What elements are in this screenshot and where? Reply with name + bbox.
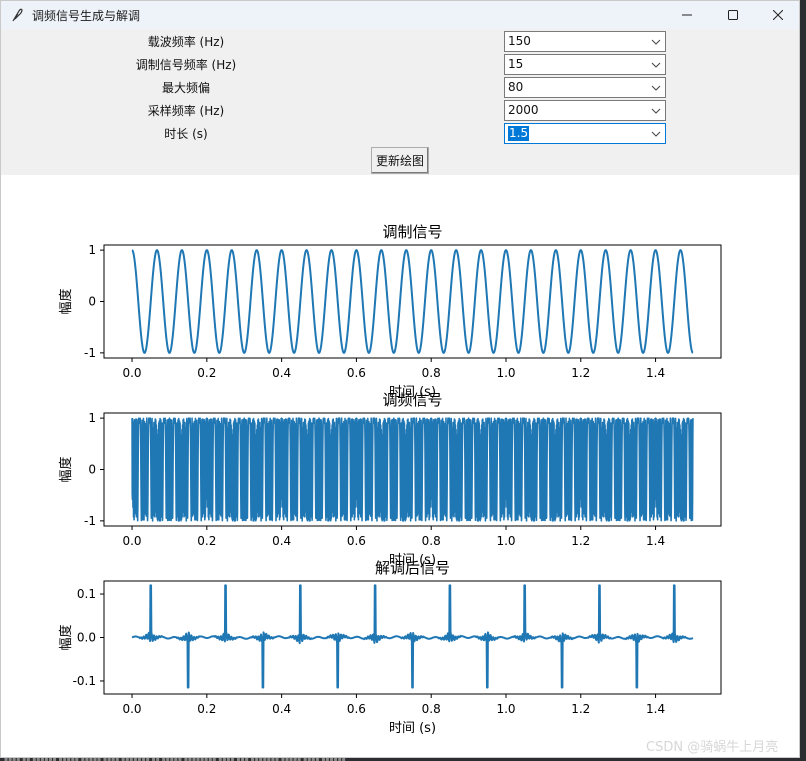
x-tick-label: 1.2 [571, 534, 590, 548]
x-tick-label: 1.0 [496, 702, 515, 716]
x-tick-label: 1.4 [646, 366, 665, 380]
chart-3-series-line [131, 584, 694, 689]
plot-canvas: 0.0 0.2 0.4 0.6 0.8 1.0 1.2 1.4 1 0 -1 调制信号时间 (s) 幅度… [58, 223, 722, 736]
background-window-strip: ▪▪▪▪ ▪▪ ▪▪▪▪▪▪ ▪▪▪▪▪ ▪▪▪▪▪ ▪▪▪▪ ▪▪▪▪▪▪▪ … [4, 756, 346, 761]
x-tick-label: 0.2 [197, 366, 216, 380]
y-tick-label: 0 [88, 295, 96, 309]
y-tick-label: -1 [84, 514, 96, 528]
chart-2-y-axis-label: 幅度 [58, 456, 74, 482]
x-tick-label: 1.4 [646, 534, 665, 548]
x-tick-label: 0.8 [422, 702, 441, 716]
x-tick-label: 1.4 [646, 702, 665, 716]
x-tick-label: 0.0 [122, 366, 141, 380]
chart-3-x-axis-label: 时间 (s) [389, 721, 436, 736]
chart-1-y-axis-label: 幅度 [58, 288, 74, 314]
x-tick-label: 0.0 [122, 702, 141, 716]
y-tick-label: 1 [88, 243, 96, 257]
app-window: 调频信号生成与解调 载波频率 (Hz) 150 调制信号频率 (Hz) 15 最… [0, 0, 800, 758]
y-tick-label: 1 [88, 411, 96, 425]
y-tick-label: -1 [84, 346, 96, 360]
y-tick-label: 0.1 [77, 587, 96, 601]
x-tick-label: 0.4 [272, 702, 291, 716]
x-tick-label: 1.2 [571, 366, 590, 380]
chart-1-series-line [131, 249, 694, 354]
x-tick-label: 1.0 [496, 366, 515, 380]
y-tick-label: 0.0 [77, 631, 96, 645]
x-tick-label: 0.6 [347, 366, 366, 380]
x-tick-label: 1.0 [496, 534, 515, 548]
chart-3-title: 解调后信号 [375, 559, 450, 577]
x-tick-label: 0.4 [272, 366, 291, 380]
y-tick-label: 0 [88, 463, 96, 477]
chart-1-title: 调制信号 [382, 223, 442, 241]
x-tick-label: 0.2 [197, 702, 216, 716]
x-tick-label: 0.0 [122, 534, 141, 548]
x-tick-label: 1.2 [571, 702, 590, 716]
x-tick-label: 0.2 [197, 534, 216, 548]
chart-2-title: 调频信号 [382, 391, 442, 409]
y-tick-label: -0.1 [73, 674, 96, 688]
x-tick-label: 0.8 [422, 366, 441, 380]
chart-3-y-axis-label: 幅度 [58, 624, 74, 650]
x-tick-label: 0.6 [347, 534, 366, 548]
chart-2-series-line [131, 417, 694, 522]
watermark: CSDN @骑蜗牛上月亮 [646, 740, 779, 755]
x-tick-label: 0.6 [347, 702, 366, 716]
x-tick-label: 0.4 [272, 534, 291, 548]
x-tick-label: 0.8 [422, 534, 441, 548]
